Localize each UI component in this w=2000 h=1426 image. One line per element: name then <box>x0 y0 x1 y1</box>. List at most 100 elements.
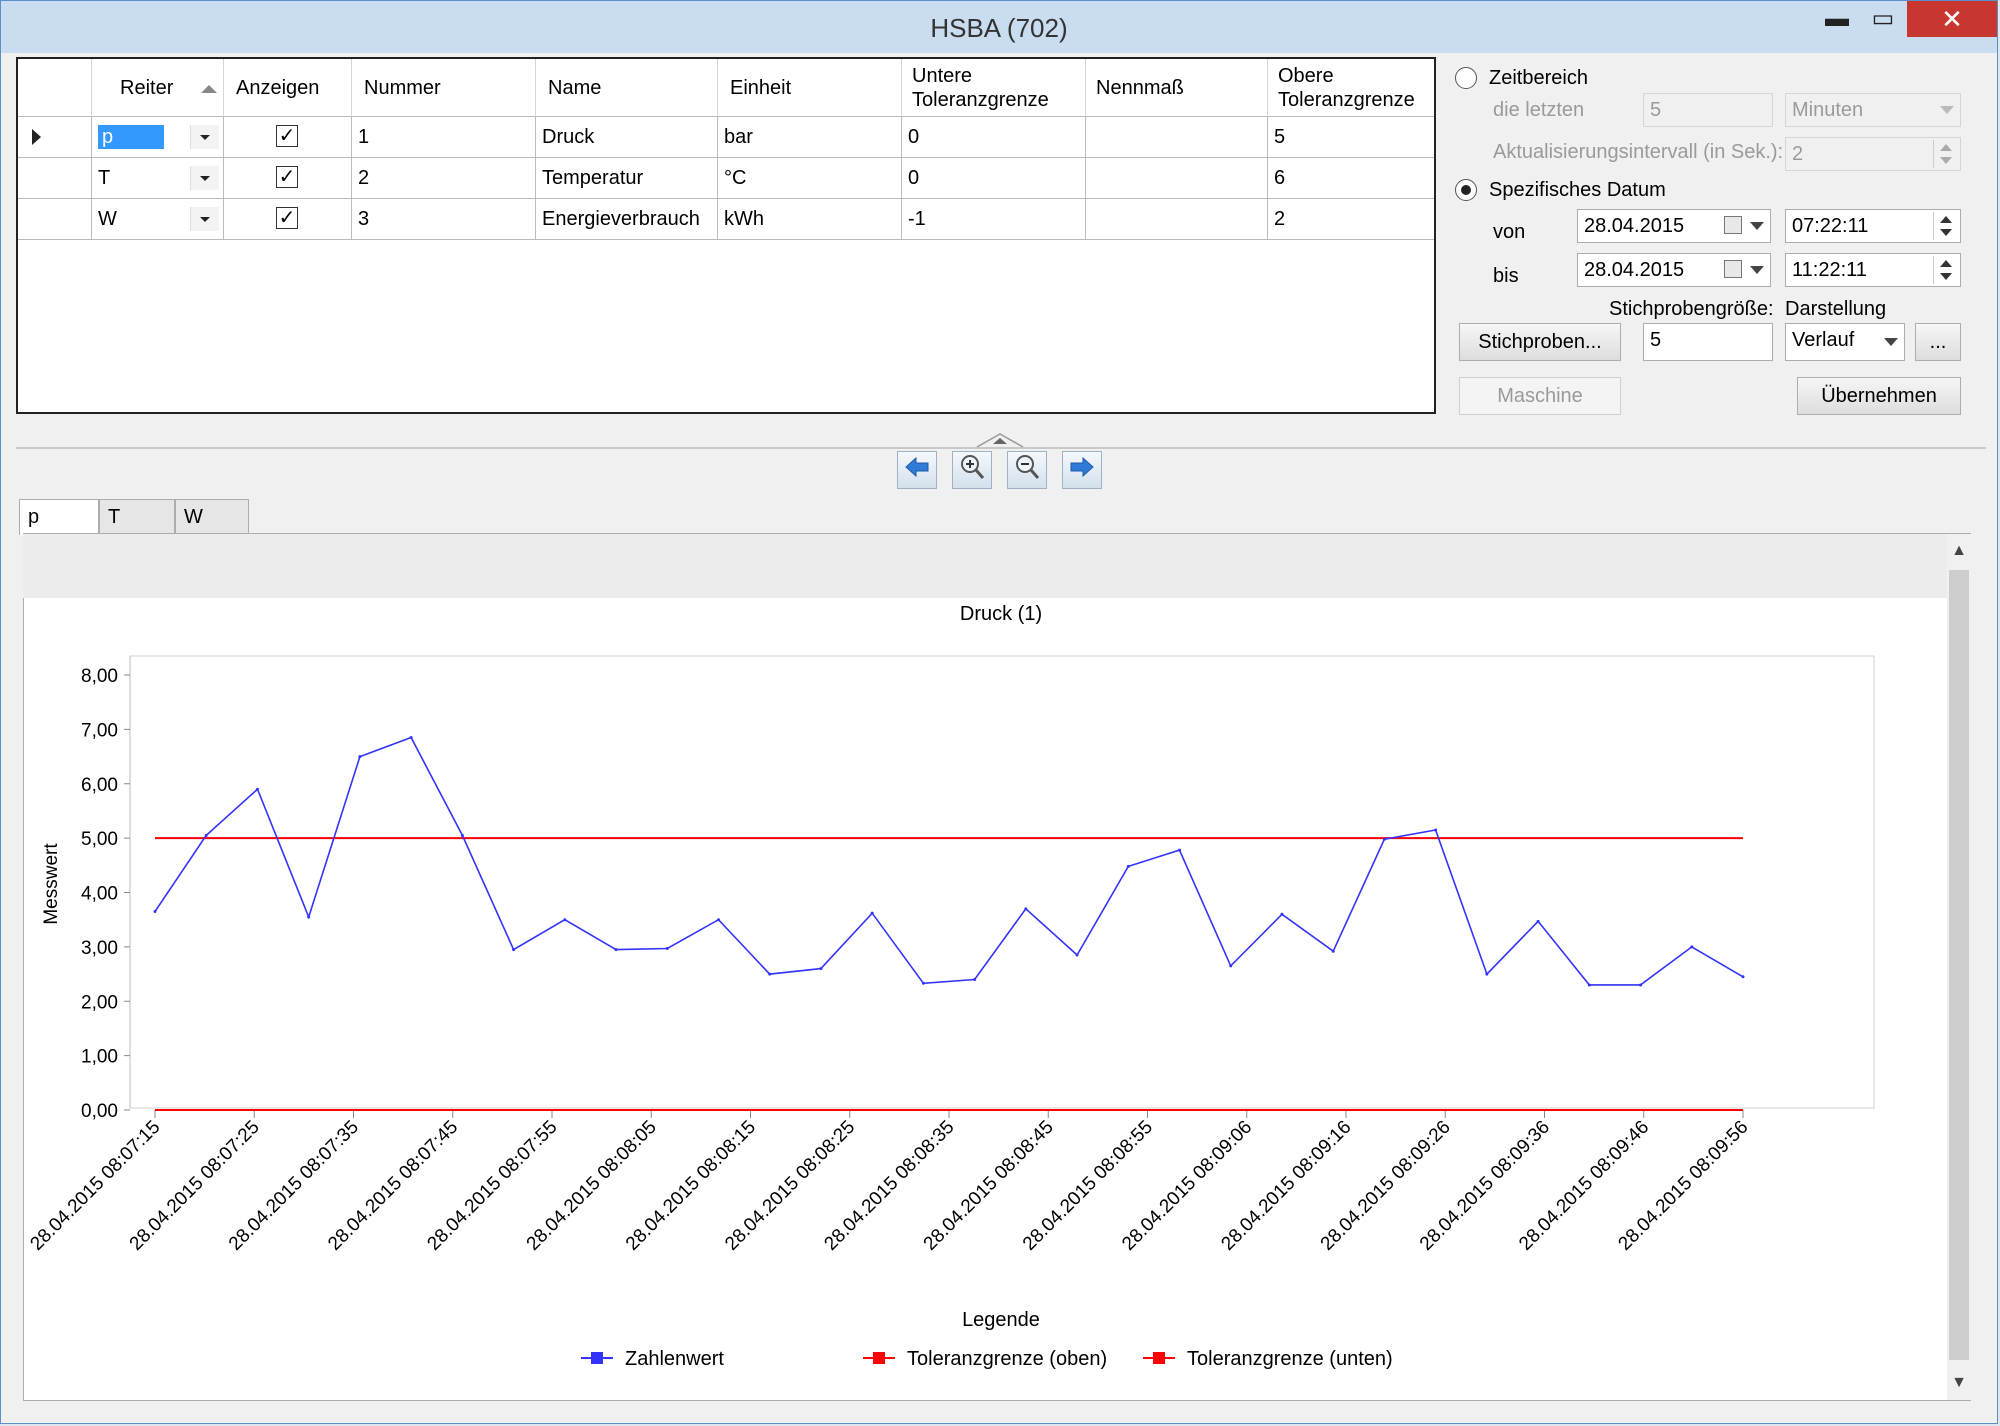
window-title: HSBA (702) <box>930 13 1068 43</box>
data-point <box>512 948 516 952</box>
column-header-nennmass[interactable]: Nennmaß <box>1086 59 1268 117</box>
die-letzten-input[interactable]: 5 <box>1643 93 1773 127</box>
nennmass-cell[interactable] <box>1086 199 1268 239</box>
chevron-down-icon[interactable] <box>190 207 219 231</box>
uebernehmen-button[interactable]: Übernehmen <box>1797 377 1961 415</box>
chevron-down-icon[interactable] <box>190 166 219 190</box>
spin-icon[interactable] <box>1933 140 1958 168</box>
time-unit-select[interactable]: Minuten <box>1785 93 1961 127</box>
bis-date-picker[interactable]: 28.04.2015 <box>1577 253 1771 287</box>
nummer-cell[interactable]: 3 <box>352 199 536 239</box>
maschine-button[interactable]: Maschine <box>1459 377 1621 415</box>
stichproben-button[interactable]: Stichproben... <box>1459 323 1621 361</box>
reiter-combo[interactable]: p <box>92 117 224 157</box>
anzeigen-cell: ✓ <box>224 199 352 239</box>
chevron-down-icon[interactable] <box>190 125 219 149</box>
chevron-down-icon[interactable] <box>1750 222 1764 230</box>
table-row[interactable]: p ✓ 1 Druck bar 0 5 <box>18 117 1434 158</box>
vertical-scrollbar[interactable]: ▲ ▼ <box>1947 534 1971 1400</box>
einheit-cell[interactable]: kWh <box>718 199 902 239</box>
calendar-icon[interactable] <box>1724 260 1742 278</box>
column-header-name[interactable]: Name <box>536 59 718 117</box>
scroll-down-icon[interactable]: ▼ <box>1947 1368 1971 1398</box>
close-button[interactable]: ✕ <box>1907 1 1997 37</box>
next-button[interactable] <box>1062 451 1102 489</box>
column-header-obere[interactable]: Obere Toleranzgrenze <box>1268 59 1434 117</box>
zoom-in-button[interactable] <box>952 451 992 489</box>
anzeigen-checkbox[interactable]: ✓ <box>276 166 298 188</box>
nummer-cell[interactable]: 1 <box>352 117 536 157</box>
column-header-anzeigen[interactable]: Anzeigen <box>224 59 352 117</box>
von-time-stepper[interactable]: 07:22:11 <box>1785 209 1961 243</box>
y-axis-label: Messwert <box>41 843 62 925</box>
scroll-up-icon[interactable]: ▲ <box>1947 536 1971 566</box>
name-cell[interactable]: Temperatur <box>536 158 718 198</box>
nennmass-cell[interactable] <box>1086 117 1268 157</box>
obere-cell[interactable]: 2 <box>1268 199 1434 239</box>
tab-t[interactable]: T <box>99 499 175 533</box>
von-label: von <box>1493 221 1526 243</box>
bis-time-stepper[interactable]: 11:22:11 <box>1785 253 1961 287</box>
darstellung-select[interactable]: Verlauf <box>1785 323 1905 361</box>
anzeigen-checkbox[interactable]: ✓ <box>276 125 298 147</box>
parameter-grid: Reiter Anzeigen Nummer Name Einheit Unte… <box>16 57 1436 414</box>
maximize-button[interactable]: ▭ <box>1855 1 1911 37</box>
row-header[interactable] <box>18 117 92 157</box>
von-date-picker[interactable]: 28.04.2015 <box>1577 209 1771 243</box>
zeitbereich-radio[interactable] <box>1455 67 1477 89</box>
app-window: HSBA (702) ▬ ▭ ✕ Reiter Anzeigen Nummer … <box>0 0 1998 1424</box>
anzeigen-cell: ✓ <box>224 117 352 157</box>
reiter-value: T <box>98 167 111 189</box>
spin-icon[interactable] <box>1933 212 1958 240</box>
anzeigen-checkbox[interactable]: ✓ <box>276 207 298 229</box>
previous-button[interactable] <box>897 451 937 489</box>
tab-w[interactable]: W <box>175 499 249 533</box>
untere-cell[interactable]: -1 <box>902 199 1086 239</box>
name-cell[interactable]: Druck <box>536 117 718 157</box>
spin-icon[interactable] <box>1933 256 1958 284</box>
more-button[interactable]: ... <box>1915 323 1961 361</box>
column-header-untere[interactable]: Untere Toleranzgrenze <box>902 59 1086 117</box>
chevron-down-icon <box>1884 338 1898 346</box>
obere-cell[interactable]: 5 <box>1268 117 1434 157</box>
nennmass-cell[interactable] <box>1086 158 1268 198</box>
table-row[interactable]: W ✓ 3 Energieverbrauch kWh -1 2 <box>18 199 1434 240</box>
chevron-down-icon <box>1940 106 1954 114</box>
chevron-down-icon[interactable] <box>1750 266 1764 274</box>
row-header[interactable] <box>18 158 92 198</box>
darstellung-label: Darstellung <box>1785 298 1887 320</box>
tab-p[interactable]: p <box>19 499 99 535</box>
legend-swatch <box>1153 1352 1165 1364</box>
untere-cell[interactable]: 0 <box>902 117 1086 157</box>
stichprobengroesse-label: Stichprobengröße: <box>1609 298 1774 320</box>
aktualisierung-stepper[interactable]: 2 <box>1785 137 1961 171</box>
data-point <box>1126 864 1130 868</box>
name-cell[interactable]: Energieverbrauch <box>536 199 718 239</box>
current-row-icon <box>32 129 41 145</box>
obere-cell[interactable]: 6 <box>1268 158 1434 198</box>
aktualisierung-label: Aktualisierungsintervall (in Sek.): <box>1493 141 1784 163</box>
nummer-cell[interactable]: 2 <box>352 158 536 198</box>
column-header-reiter[interactable]: Reiter <box>92 59 224 117</box>
einheit-cell[interactable]: °C <box>718 158 902 198</box>
druck-chart: Druck (1) 0,00 1,00 2,00 3,00 4,00 5,00 6,00 7,0… <box>27 603 1875 1370</box>
table-row[interactable]: T ✓ 2 Temperatur °C 0 6 <box>18 158 1434 199</box>
einheit-cell[interactable]: bar <box>718 117 902 157</box>
row-header[interactable] <box>18 199 92 239</box>
reiter-combo[interactable]: W <box>92 199 224 239</box>
zoom-out-button[interactable] <box>1007 451 1047 489</box>
column-header-einheit[interactable]: Einheit <box>718 59 902 117</box>
scroll-thumb[interactable] <box>1949 570 1969 1360</box>
calendar-icon[interactable] <box>1724 216 1742 234</box>
data-point <box>1382 837 1386 841</box>
untere-cell[interactable]: 0 <box>902 158 1086 198</box>
collapse-splitter-icon[interactable] <box>975 431 1025 448</box>
data-point <box>1178 848 1182 852</box>
y-tick-label: 4,00 <box>81 884 118 905</box>
arrow-left-icon <box>905 456 929 478</box>
spezifisch-radio[interactable] <box>1455 179 1477 201</box>
stichproben-input[interactable]: 5 <box>1643 323 1773 361</box>
column-header-nummer[interactable]: Nummer <box>352 59 536 117</box>
legend-entry: Zahlenwert <box>625 1348 724 1370</box>
reiter-combo[interactable]: T <box>92 158 224 198</box>
